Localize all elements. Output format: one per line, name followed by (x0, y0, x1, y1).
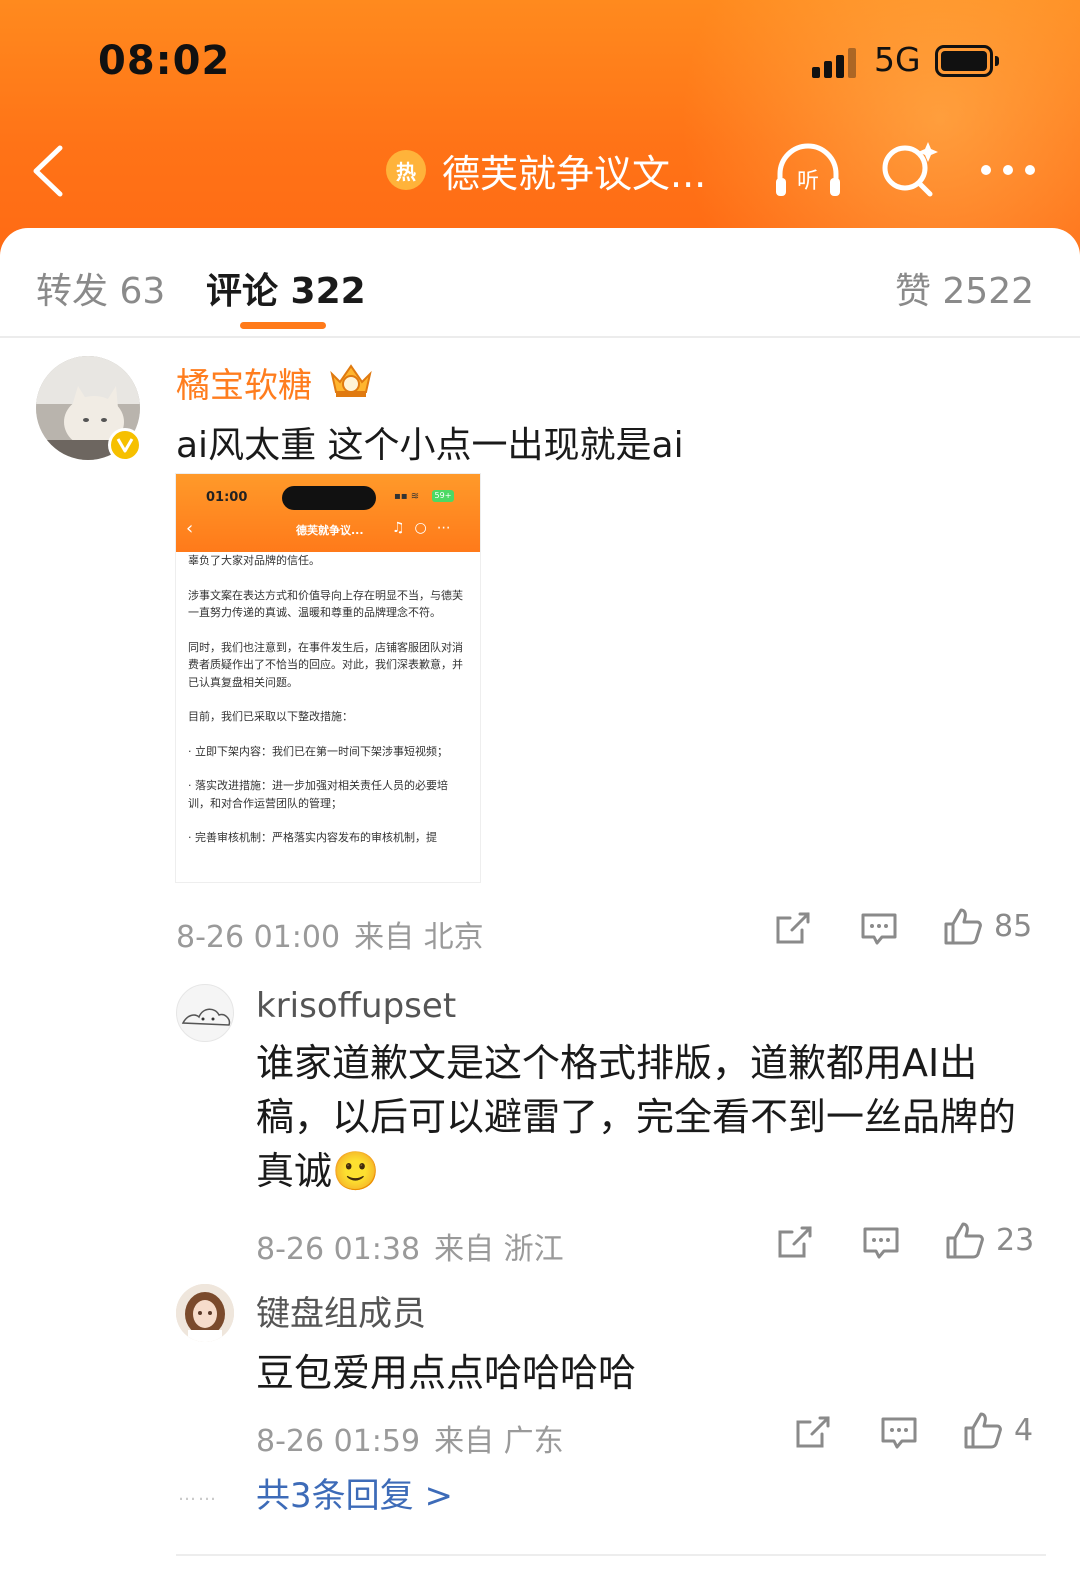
reply-avatar[interactable] (176, 984, 234, 1042)
image-title: 德芙就争议... (296, 524, 364, 537)
hot-badge: 热 (386, 150, 426, 190)
reply-avatar[interactable] (176, 1284, 234, 1342)
headphones-icon: 听 (776, 143, 840, 196)
network-label: 5G (874, 40, 921, 79)
image-dynamic-island (282, 486, 376, 510)
image-back-icon: ‹ (186, 518, 194, 539)
comment-image[interactable]: 01:00 ▪▪ ≋ 59+ ‹ 德芙就争议... ♫○⋯ 辜负了大家对品牌的信… (175, 473, 481, 883)
chevron-left-icon (33, 145, 63, 197)
image-paragraph: 目前，我们已采取以下整改措施： (188, 710, 353, 723)
like-count: 4 (1014, 1412, 1034, 1448)
signal-icon (812, 48, 860, 78)
status-time: 08:02 (98, 38, 231, 84)
active-tab-indicator (240, 322, 326, 329)
reply-meta: 8-26 01:38 来自 浙江 (256, 1224, 564, 1268)
reply-username[interactable]: krisoffupset (256, 986, 456, 1026)
comment-location: 来自 北京 (354, 920, 484, 955)
topic-title-button[interactable]: 热 德芙就争议文... (386, 144, 706, 196)
comment-meta: 8-26 01:00 来自 北京 (176, 912, 484, 956)
search-sparkle-icon (882, 142, 938, 197)
share-button[interactable] (774, 910, 812, 946)
share-button[interactable] (794, 1414, 832, 1450)
doodle-avatar-image (181, 1008, 231, 1026)
search-button[interactable] (878, 138, 940, 200)
like-count: 85 (994, 908, 1033, 944)
reply-username[interactable]: 键盘组成员 (256, 1286, 426, 1335)
tab-comments[interactable]: 评论 322 (206, 262, 366, 314)
crown-icon (330, 364, 372, 397)
reply-meta: 8-26 01:59 来自 广东 (256, 1416, 564, 1460)
tab-bar: 转发 63 评论 322 赞 2522 (0, 228, 1080, 338)
listen-label: 听 (797, 169, 819, 194)
reply-text: 豆包爱用点点哈哈哈哈 (256, 1351, 637, 1395)
tab-likes[interactable]: 赞 2522 (895, 262, 1034, 314)
image-nav-icons: ♫○⋯ (392, 520, 461, 536)
reply-button[interactable] (860, 912, 898, 946)
like-button[interactable]: 23 (944, 1220, 1034, 1260)
reply-time: 8-26 01:38 (256, 1232, 421, 1267)
image-header: 01:00 ▪▪ ≋ 59+ ‹ 德芙就争议... ♫○⋯ (176, 474, 480, 552)
divider (176, 1554, 1046, 1556)
more-button[interactable] (978, 160, 1038, 180)
like-button[interactable]: 4 (962, 1410, 1033, 1450)
comment-bubble-icon (861, 913, 897, 945)
content-sheet: 转发 63 评论 322 赞 2522 橘宝软糖 ai风太重 这个小点一出现就是… (0, 228, 1080, 1582)
more-replies-link[interactable]: 共3条回复 > (256, 1468, 453, 1517)
top-bar: 08:02 5G 热 德芙就争议文... 听 (0, 0, 1080, 262)
image-battery: 59+ (432, 490, 454, 502)
reply-time: 8-26 01:59 (256, 1424, 421, 1459)
share-icon (796, 1416, 830, 1448)
image-paragraph: 同时，我们也注意到，在事件发生后，店铺客服团队对消费者质疑作出了不恰当的回应。对… (188, 640, 463, 689)
back-button[interactable] (28, 142, 74, 200)
comment-bubble-icon (881, 1417, 917, 1449)
share-icon (776, 912, 810, 944)
thread-dots: …… (178, 1484, 218, 1505)
image-signal-icon: ▪▪ ≋ (394, 491, 420, 502)
image-paragraph: 辜负了大家对品牌的信任。 (188, 554, 320, 567)
thumbs-up-icon (944, 908, 982, 945)
comment-username[interactable]: 橘宝软糖 (176, 358, 312, 407)
image-status-time: 01:00 (206, 490, 248, 505)
image-article: 辜负了大家对品牌的信任。 涉事文案在表达方式和价值导向上存在明显不当，与德芙一直… (176, 552, 480, 847)
thumbs-up-icon (964, 1412, 1002, 1449)
reply-location: 来自 广东 (434, 1424, 564, 1459)
thumbs-up-icon (946, 1222, 984, 1259)
comment-text: ai风太重 这个小点一出现就是ai (176, 425, 684, 466)
reply-button[interactable] (880, 1416, 918, 1450)
verified-v-icon (116, 438, 134, 453)
share-button[interactable] (776, 1224, 814, 1260)
image-paragraph: 涉事文案在表达方式和价值导向上存在明显不当，与德芙一直努力传递的真诚、温暖和尊重… (188, 588, 463, 620)
reply-location: 来自 浙江 (434, 1232, 564, 1267)
crown-badge-icon[interactable] (328, 360, 374, 400)
battery-icon (935, 45, 999, 77)
topic-title: 德芙就争议文... (442, 151, 707, 196)
comment-time: 8-26 01:00 (176, 920, 341, 955)
comment-bubble-icon (863, 1227, 899, 1259)
image-paragraph: · 立即下架内容：我们已在第一时间下架涉事短视频； (188, 744, 448, 758)
image-paragraph: · 落实改进措施：进一步加强对相关责任人员的必要培训，和对合作运营团队的管理； (188, 779, 448, 810)
tab-repost[interactable]: 转发 63 (36, 262, 165, 314)
like-count: 23 (996, 1222, 1035, 1258)
image-paragraph: · 完善审核机制：严格落实内容发布的审核机制，提 (188, 831, 437, 844)
reply-button[interactable] (862, 1226, 900, 1260)
verified-badge (108, 428, 142, 462)
more-dots-icon (981, 165, 1035, 175)
anime-girl-avatar-image (176, 1284, 234, 1342)
listen-button[interactable]: 听 (772, 140, 844, 200)
reply-text: 谁家道歉文是这个格式排版，道歉都用AI出稿，以后可以避雷了，完全看不到一丝品牌的… (256, 1041, 1017, 1193)
like-button[interactable]: 85 (942, 906, 1032, 946)
share-icon (778, 1226, 812, 1258)
